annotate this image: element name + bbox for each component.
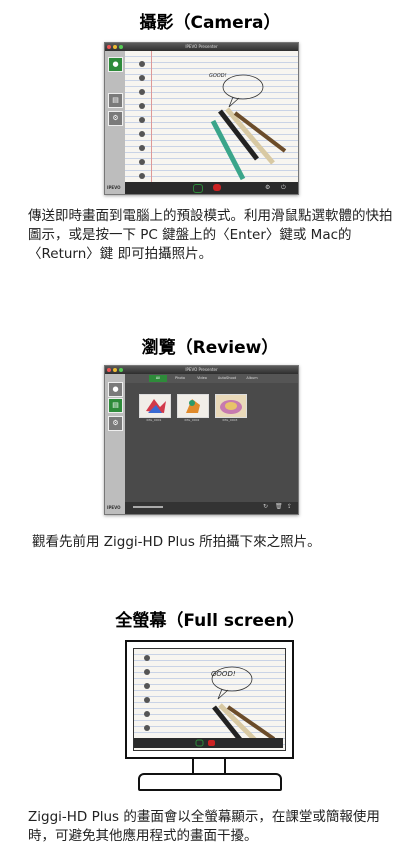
window-title: IPEVO Presenter	[185, 44, 218, 49]
speech-bubble-text: GOOD!	[209, 73, 227, 79]
gallery-icon: ▤	[112, 401, 119, 409]
title-bar: IPEVO Presenter	[105, 366, 298, 374]
camera-icon: ●	[112, 60, 119, 68]
camera-icon: ●	[112, 385, 119, 393]
tab-album[interactable]: Album	[243, 375, 261, 382]
review-description: 觀看先前用 Ziggi-HD Plus 所拍攝下來之照片。	[32, 534, 321, 550]
photo-thumbnail[interactable]	[139, 394, 171, 418]
fullscreen-description: Ziggi-HD Plus 的畫面會以全螢幕顯示，在課堂或簡報使用時，可避免其他…	[28, 809, 380, 844]
thumbnail-caption: IMG_0003	[222, 418, 238, 422]
record-button[interactable]	[213, 184, 221, 191]
fullscreen-heading: 全螢幕（Full screen）	[115, 611, 305, 631]
photo-thumbnail[interactable]	[215, 394, 247, 418]
review-toolbar: ↻ 🗑 ⇪	[125, 502, 298, 514]
review-mode-button[interactable]: ▤	[108, 398, 123, 413]
speech-bubble-text: GOOD!	[211, 670, 236, 678]
photo-thumbnail[interactable]	[177, 394, 209, 418]
camera-toolbar: ⚙ ⏻	[125, 182, 298, 194]
rotate-icon[interactable]: ↻	[263, 503, 268, 510]
sidebar: ● ▤ ⚙ IPEVO	[105, 51, 125, 194]
scene-illustration	[210, 74, 287, 181]
filter-tabs: All Photo Video AutoShoot Album	[125, 374, 298, 383]
title-bar: IPEVO Presenter	[105, 43, 298, 51]
gear-icon[interactable]: ⚙	[265, 184, 270, 191]
thumbnail-caption: IMG_0002	[184, 418, 200, 422]
gallery-icon: ▤	[112, 96, 119, 104]
monitor-illustration	[125, 640, 294, 759]
window-title: IPEVO Presenter	[185, 367, 218, 372]
review-heading: 瀏覽（Review）	[141, 338, 279, 358]
tab-autoshoot[interactable]: AutoShoot	[215, 375, 239, 382]
review-mode-button[interactable]: ▤	[108, 93, 123, 108]
share-icon[interactable]: ⇪	[287, 503, 292, 510]
tab-all[interactable]: All	[149, 375, 167, 382]
power-icon[interactable]: ⏻	[281, 184, 286, 192]
camera-description: 傳送即時畫面到電腦上的預設模式。利用滑鼠點選軟體的快拍圖示，或是按一下 PC 鍵…	[28, 208, 393, 262]
camera-app-window: IPEVO Presenter ● ▤ ⚙ IPEVO ⚙ ⏻	[104, 42, 299, 195]
camera-mode-button[interactable]: ●	[108, 57, 123, 72]
fullscreen-view	[133, 648, 286, 751]
zoom-slider[interactable]	[133, 506, 163, 508]
thumbnail-caption: IMG_0001	[146, 418, 162, 422]
monitor-neck	[192, 757, 226, 773]
trash-icon[interactable]: 🗑	[275, 503, 283, 510]
camera-heading: 攝影（Camera）	[139, 13, 281, 33]
settings-button[interactable]: ⚙	[108, 111, 123, 126]
gear-icon: ⚙	[112, 419, 119, 427]
live-view	[125, 51, 298, 182]
scene-illustration	[134, 666, 283, 748]
brand-logo: IPEVO	[107, 505, 121, 510]
tab-video[interactable]: Video	[193, 375, 211, 382]
gear-icon: ⚙	[112, 114, 119, 122]
tab-photo[interactable]: Photo	[171, 375, 189, 382]
brand-logo: IPEVO	[107, 185, 121, 190]
monitor-base	[138, 773, 282, 791]
review-gallery: All Photo Video AutoShoot Album IMG_0001…	[125, 374, 298, 502]
review-app-window: IPEVO Presenter ● ▤ ⚙ IPEVO All Photo Vi…	[104, 365, 299, 515]
snapshot-button[interactable]	[193, 184, 203, 193]
settings-button[interactable]: ⚙	[108, 416, 123, 431]
sidebar: ● ▤ ⚙ IPEVO	[105, 374, 125, 514]
camera-mode-button[interactable]: ●	[108, 382, 123, 397]
